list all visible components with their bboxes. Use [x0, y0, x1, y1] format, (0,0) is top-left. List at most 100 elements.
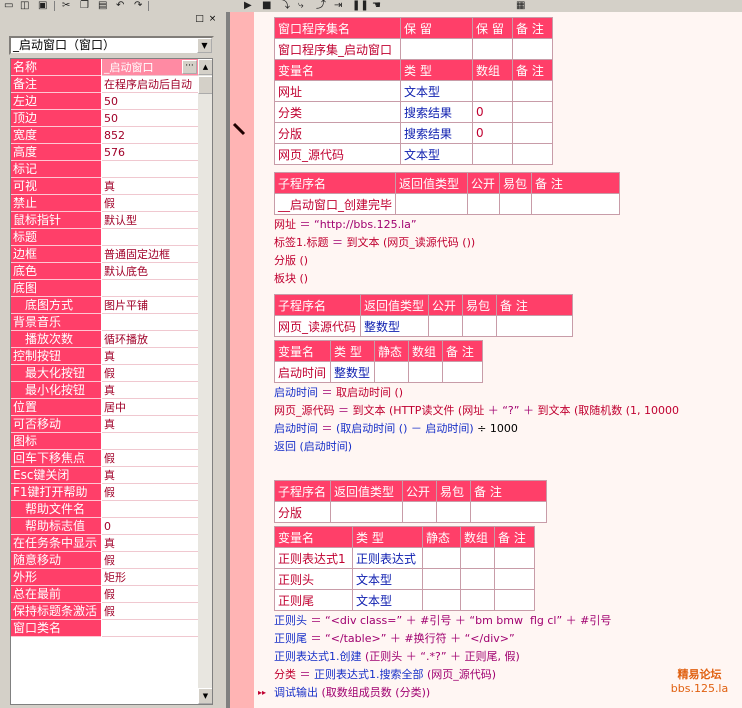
- property-row[interactable]: 控制按钮真: [11, 348, 198, 365]
- property-value[interactable]: 真: [102, 416, 198, 433]
- code-line[interactable]: 正则尾 ＝ “</table>” ＋ #换行符 ＋ “</div>”: [274, 632, 515, 646]
- property-row[interactable]: 标题: [11, 229, 198, 246]
- property-value[interactable]: [102, 433, 198, 450]
- property-value[interactable]: 真: [102, 467, 198, 484]
- property-row[interactable]: 高度 576: [11, 144, 198, 161]
- open-file-icon[interactable]: ◫: [20, 0, 29, 11]
- property-row[interactable]: 备注 在程序启动后自动: [11, 76, 198, 93]
- property-row[interactable]: 顶边 50: [11, 110, 198, 127]
- table-row[interactable]: 启动时间 整数型: [274, 361, 483, 383]
- property-value[interactable]: 假: [102, 365, 198, 382]
- property-row[interactable]: 播放次数 循环播放: [11, 331, 198, 348]
- paste-icon[interactable]: ▤: [98, 0, 107, 11]
- code-line[interactable]: 分类 ＝ 正则表达式1.搜索全部 (网页_源代码): [274, 668, 496, 682]
- restore-icon[interactable]: □: [194, 14, 205, 25]
- property-value[interactable]: 假: [102, 484, 198, 501]
- run-icon[interactable]: ▶: [244, 0, 252, 11]
- table-row[interactable]: 正则尾 文本型: [274, 589, 535, 611]
- redo-icon[interactable]: ↷: [134, 0, 142, 11]
- property-row[interactable]: 最小化按钮真: [11, 382, 198, 399]
- property-row[interactable]: 帮助标志值 0: [11, 518, 198, 535]
- property-value[interactable]: [102, 280, 198, 297]
- property-value[interactable]: 真: [102, 348, 198, 365]
- code-line[interactable]: 网页_源代码 ＝ 到文本 (HTTP读文件 (网址 ＋ “?” ＋ 到文本 (取…: [274, 404, 679, 418]
- code-line[interactable]: 正则表达式1.创建 (正则头 ＋ “.*?” ＋ 正则尾, 假): [274, 650, 520, 664]
- property-scrollbar[interactable]: ▲ ▼: [198, 59, 212, 704]
- code-line[interactable]: 板块 (): [274, 272, 308, 286]
- scroll-up-icon[interactable]: ▲: [198, 59, 212, 75]
- sub-name-cell[interactable]: 网页_读源代码: [274, 315, 361, 337]
- property-row[interactable]: 在任务条中显示真: [11, 535, 198, 552]
- code-line[interactable]: 标签1.标题 ＝ 到文本 (网页_读源代码 ()): [274, 236, 475, 250]
- property-row[interactable]: 鼠标指针 默认型: [11, 212, 198, 229]
- property-row[interactable]: 回车下移焦点假: [11, 450, 198, 467]
- code-editor[interactable]: 窗口程序集名 保 留 保 留 备 注 窗口程序集_启动窗口 变量名 类 型 数组…: [254, 12, 742, 708]
- table-row[interactable]: 正则表达式1 正则表达式: [274, 547, 535, 569]
- scroll-down-icon[interactable]: ▼: [198, 688, 212, 704]
- property-row[interactable]: 图标: [11, 433, 198, 450]
- property-value[interactable]: 默认型: [102, 212, 198, 229]
- save-icon[interactable]: ▣: [38, 0, 47, 11]
- stop-icon[interactable]: ■: [262, 0, 271, 11]
- property-value[interactable]: 假: [102, 603, 198, 620]
- property-value[interactable]: [102, 161, 198, 178]
- property-row[interactable]: 最大化按钮假: [11, 365, 198, 382]
- property-value[interactable]: 真: [102, 535, 198, 552]
- sub-name-cell[interactable]: __启动窗口_创建完毕: [273, 193, 397, 215]
- property-value[interactable]: 50: [102, 110, 198, 127]
- cut-icon[interactable]: ✂: [62, 0, 70, 11]
- code-line[interactable]: 启动时间 ＝ 取启动时间 (): [274, 386, 403, 400]
- property-row[interactable]: 总在最前假: [11, 586, 198, 603]
- property-row[interactable]: F1键打开帮助假: [11, 484, 198, 501]
- pause-icon[interactable]: ❚❚: [352, 0, 369, 11]
- property-row[interactable]: 可视真: [11, 178, 198, 195]
- sub-name-cell[interactable]: 分版: [274, 501, 331, 523]
- code-line[interactable]: 返回 (启动时间): [274, 440, 352, 454]
- property-value[interactable]: 居中: [102, 399, 198, 416]
- property-value[interactable]: 50: [102, 93, 198, 110]
- code-line[interactable]: 正则头 ＝ “<div class=” ＋ #引号 ＋ “bm bmw flg …: [274, 614, 611, 628]
- step-into-icon[interactable]: ⤷: [298, 0, 304, 11]
- close-icon[interactable]: ×: [207, 14, 218, 25]
- property-value[interactable]: [102, 229, 198, 246]
- table-row[interactable]: 网页_源代码 文本型: [274, 143, 553, 165]
- property-row[interactable]: 保持标题条激活假: [11, 603, 198, 620]
- property-row[interactable]: 窗口类名: [11, 620, 198, 637]
- property-row[interactable]: 边框 普通固定边框: [11, 246, 198, 263]
- property-row[interactable]: 标记: [11, 161, 198, 178]
- code-line[interactable]: 启动时间 ＝ (取启动时间 () － 启动时间) ÷ 1000: [274, 422, 518, 436]
- step-icon[interactable]: ⤵: [280, 0, 290, 11]
- property-row[interactable]: 宽度 852: [11, 127, 198, 144]
- property-value[interactable]: 576: [102, 144, 198, 161]
- property-value[interactable]: 循环播放: [102, 331, 198, 348]
- property-row[interactable]: 外形 矩形: [11, 569, 198, 586]
- scroll-thumb[interactable]: [198, 76, 212, 94]
- object-selector[interactable]: _启动窗口（窗口） ▼: [9, 36, 214, 55]
- undo-icon[interactable]: ↶: [116, 0, 124, 11]
- property-value[interactable]: 852: [102, 127, 198, 144]
- property-row[interactable]: 左边 50: [11, 93, 198, 110]
- property-value[interactable]: [102, 314, 198, 331]
- property-value[interactable]: _启动窗口 ···: [102, 59, 198, 76]
- code-line[interactable]: 网址 ＝ “http://bbs.125.la”: [274, 218, 417, 232]
- property-row[interactable]: 禁止假: [11, 195, 198, 212]
- table-row[interactable]: 正则头 文本型: [274, 568, 535, 590]
- property-value[interactable]: 0: [102, 518, 198, 535]
- property-row[interactable]: 随意移动假: [11, 552, 198, 569]
- property-value[interactable]: 图片平铺: [102, 297, 198, 314]
- property-value[interactable]: 在程序启动后自动: [102, 76, 198, 93]
- hand-icon[interactable]: ☚: [372, 0, 381, 11]
- property-value[interactable]: 普通固定边框: [102, 246, 198, 263]
- assembly-name-cell[interactable]: 窗口程序集_启动窗口: [274, 38, 401, 60]
- chevron-down-icon[interactable]: ▼: [197, 38, 212, 53]
- property-value[interactable]: 真: [102, 382, 198, 399]
- copy-icon[interactable]: ❐: [80, 0, 89, 11]
- app-icon[interactable]: ▦: [516, 0, 525, 11]
- property-row[interactable]: 底色 默认底色: [11, 263, 198, 280]
- table-row[interactable]: 分类 搜索结果 0: [274, 101, 553, 123]
- property-row[interactable]: Esc键关闭真: [11, 467, 198, 484]
- property-row[interactable]: 帮助文件名: [11, 501, 198, 518]
- table-row[interactable]: 分版 搜索结果 0: [274, 122, 553, 144]
- property-row[interactable]: 名称 _启动窗口 ···: [11, 59, 198, 76]
- property-value[interactable]: 假: [102, 450, 198, 467]
